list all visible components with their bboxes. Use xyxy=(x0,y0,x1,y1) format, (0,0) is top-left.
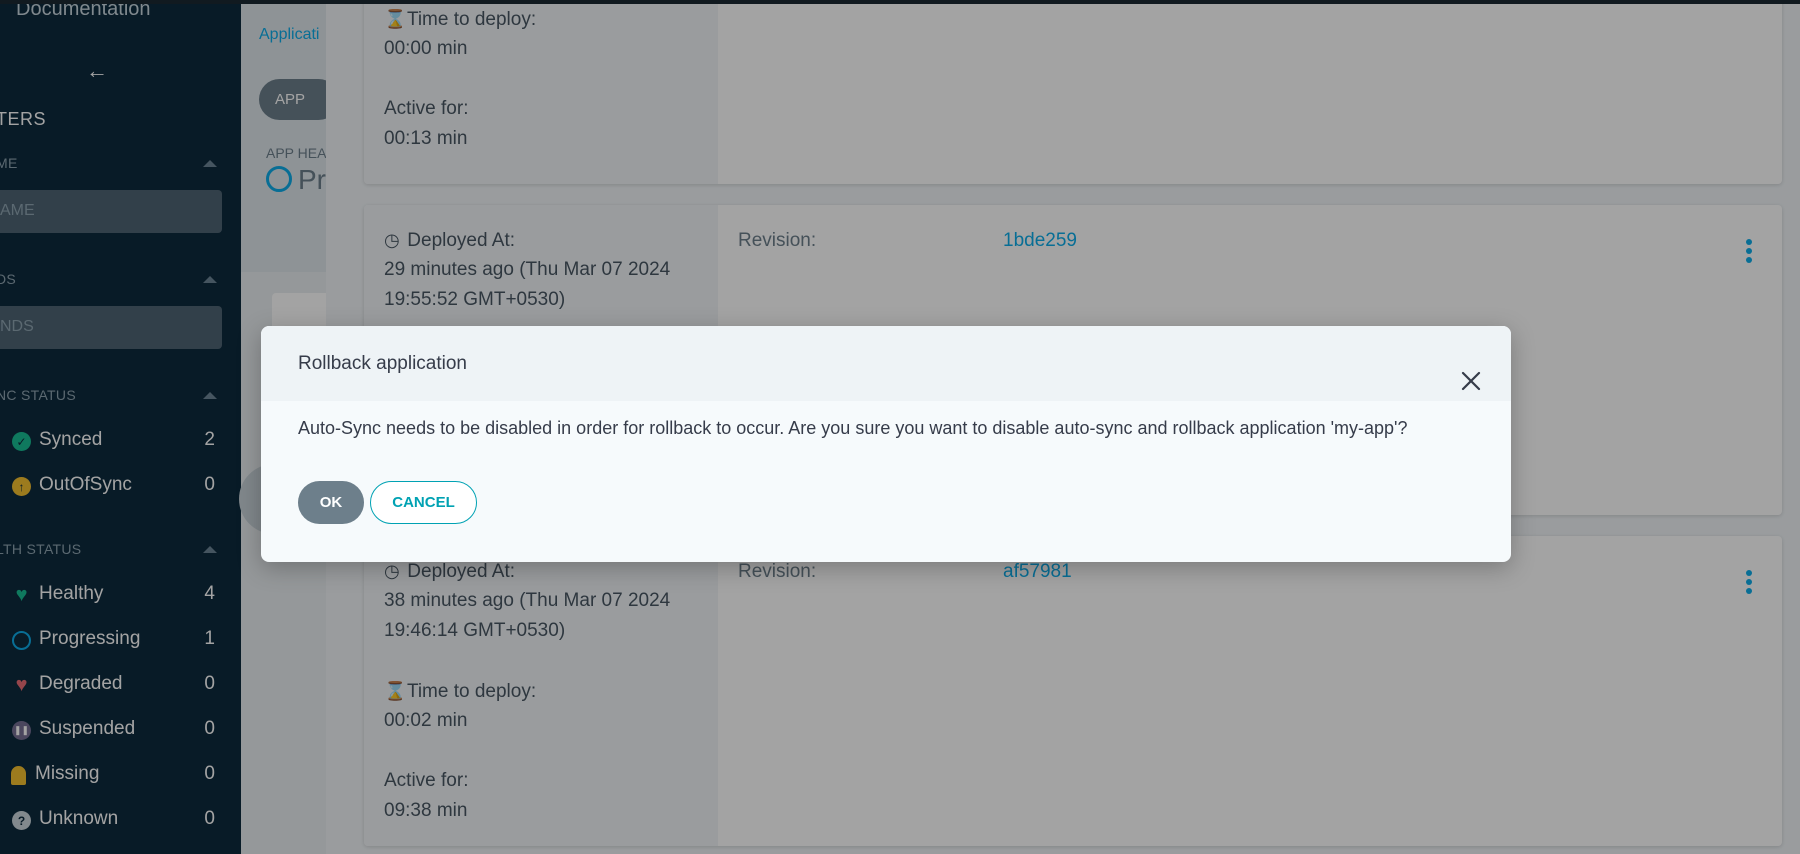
ok-button[interactable]: OK xyxy=(298,481,364,524)
close-icon[interactable] xyxy=(1460,370,1482,392)
dialog-title: Rollback application xyxy=(298,353,467,374)
rollback-dialog: Rollback application Auto-Sync needs to … xyxy=(261,326,1511,562)
dialog-message: Auto-Sync needs to be disabled in order … xyxy=(298,418,1408,438)
cancel-button[interactable]: CANCEL xyxy=(370,481,477,524)
